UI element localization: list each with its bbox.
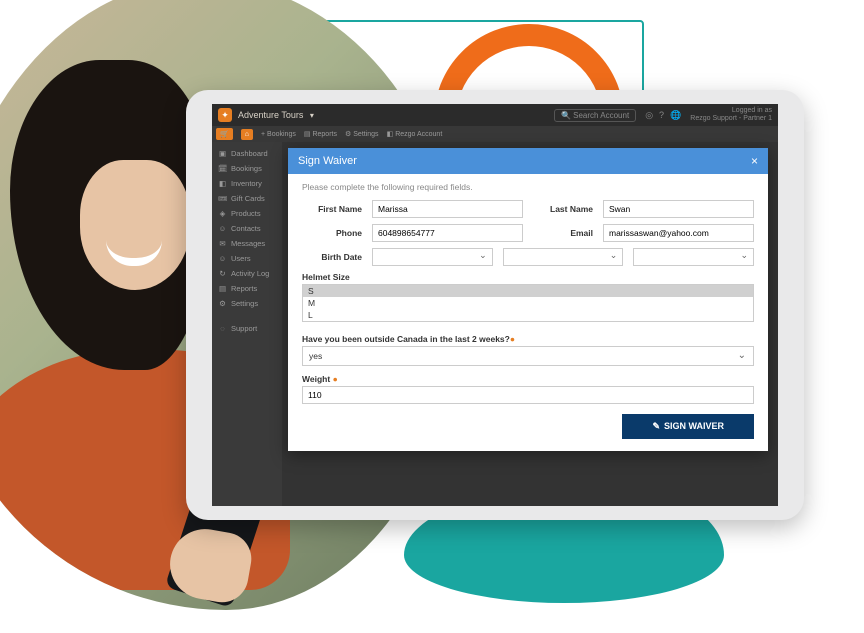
sidebar-item-label: Products	[231, 209, 261, 218]
sidebar-item-support[interactable]: ◌ Support	[212, 321, 282, 336]
reports-icon: ▤	[218, 284, 227, 293]
caret-down-icon: ▾	[310, 111, 314, 120]
canada-answer-value: yes	[309, 351, 322, 361]
close-icon[interactable]: ×	[751, 154, 758, 168]
form-instruction: Please complete the following required f…	[302, 182, 754, 192]
messages-icon: ✉	[218, 239, 227, 248]
sidebar-item-giftcards[interactable]: 🎟 Gift Cards	[212, 191, 282, 206]
pen-icon: ✎	[652, 421, 660, 431]
user-line2: Rezgo Support - Partner 1	[690, 115, 772, 123]
birth-day-select[interactable]	[503, 248, 624, 266]
sidebar-item-contacts[interactable]: ☺ Contacts	[212, 221, 282, 236]
users-icon: ☺	[218, 254, 227, 263]
sidebar-item-label: Contacts	[231, 224, 261, 233]
app-title[interactable]: Adventure Tours ▾	[238, 110, 314, 120]
helmet-option-m[interactable]: M	[303, 297, 753, 309]
products-icon: ◈	[218, 209, 227, 218]
inventory-icon: ◧	[218, 179, 227, 188]
sidebar-item-label: Messages	[231, 239, 265, 248]
toolbar-bookings[interactable]: +Bookings	[261, 131, 296, 138]
first-name-input[interactable]	[372, 200, 523, 218]
birth-month-select[interactable]	[372, 248, 493, 266]
label-first-name: First Name	[302, 204, 362, 214]
toolbar-home-button[interactable]: ⌂	[241, 129, 253, 140]
app-title-text: Adventure Tours	[238, 110, 303, 120]
search-icon: 🔍	[561, 111, 571, 120]
app-logo-icon: ✦	[218, 108, 232, 122]
label-helmet-size: Helmet Size	[302, 272, 754, 282]
sign-waiver-modal: Sign Waiver × Please complete the follow…	[288, 148, 768, 451]
app-toolbar: 🛒 ⌂ +Bookings ▤Reports ⚙Settings ◧Rezgo …	[212, 126, 778, 142]
helmet-option-l[interactable]: L	[303, 309, 753, 321]
dashboard-icon: ▣	[218, 149, 227, 158]
phone-input[interactable]	[372, 224, 523, 242]
modal-title: Sign Waiver	[298, 155, 357, 167]
sidebar-item-label: Inventory	[231, 179, 262, 188]
sidebar-item-label: Users	[231, 254, 251, 263]
settings-icon: ⚙	[218, 299, 227, 308]
sidebar-item-label: Bookings	[231, 164, 262, 173]
modal-body: Please complete the following required f…	[288, 174, 768, 451]
sidebar-item-messages[interactable]: ✉ Messages	[212, 236, 282, 251]
label-weight: Weight ●	[302, 374, 754, 384]
sidebar-item-users[interactable]: ☺ Users	[212, 251, 282, 266]
required-marker: ●	[510, 334, 515, 344]
sign-button-label: SIGN WAIVER	[664, 421, 724, 431]
sidebar-item-label: Reports	[231, 284, 257, 293]
search-placeholder: Search Account	[573, 111, 629, 120]
sign-waiver-button[interactable]: ✎ SIGN WAIVER	[622, 414, 754, 439]
bookings-icon: 🗓	[218, 164, 227, 173]
canada-answer-select[interactable]: yes	[302, 346, 754, 366]
sidebar-item-dashboard[interactable]: ▣ Dashboard	[212, 146, 282, 161]
sidebar: ▣ Dashboard 🗓 Bookings ◧ Inventory 🎟 Gift Ca…	[212, 142, 282, 506]
required-marker: ●	[333, 374, 338, 384]
label-phone: Phone	[302, 228, 362, 238]
activity-icon: ↻	[218, 269, 227, 278]
helmet-option-s[interactable]: S	[303, 285, 753, 297]
user-line1: Logged in as	[690, 107, 772, 115]
sidebar-item-label: Dashboard	[231, 149, 268, 158]
sidebar-item-activity[interactable]: ↻ Activity Log	[212, 266, 282, 281]
sidebar-item-inventory[interactable]: ◧ Inventory	[212, 176, 282, 191]
toolbar-account[interactable]: ◧Rezgo Account	[387, 130, 443, 138]
sidebar-item-reports[interactable]: ▤ Reports	[212, 281, 282, 296]
search-account[interactable]: 🔍 Search Account	[554, 109, 636, 122]
sidebar-item-label: Settings	[231, 299, 258, 308]
support-icon: ◌	[218, 324, 227, 333]
giftcards-icon: 🎟	[218, 194, 227, 203]
toolbar-reports[interactable]: ▤Reports	[304, 130, 337, 138]
toolbar-cart-button[interactable]: 🛒	[216, 128, 233, 140]
globe-icon[interactable]: 🌐	[670, 110, 681, 121]
label-birth-date: Birth Date	[302, 252, 362, 262]
sidebar-item-label: Gift Cards	[231, 194, 265, 203]
sidebar-item-settings[interactable]: ⚙ Settings	[212, 296, 282, 311]
help-icon[interactable]: ?	[659, 110, 664, 120]
sidebar-item-products[interactable]: ◈ Products	[212, 206, 282, 221]
toolbar-settings[interactable]: ⚙Settings	[345, 130, 379, 138]
user-badge[interactable]: Logged in as Rezgo Support - Partner 1	[690, 107, 772, 122]
sidebar-item-label: Support	[231, 324, 257, 333]
weight-input[interactable]	[302, 386, 754, 404]
sidebar-item-label: Activity Log	[231, 269, 269, 278]
birth-year-select[interactable]	[633, 248, 754, 266]
tablet-screen: ✦ Adventure Tours ▾ 🔍 Search Account ◎ ?…	[212, 104, 778, 506]
sidebar-item-bookings[interactable]: 🗓 Bookings	[212, 161, 282, 176]
tablet-frame: ✦ Adventure Tours ▾ 🔍 Search Account ◎ ?…	[186, 90, 804, 520]
modal-header: Sign Waiver ×	[288, 148, 768, 174]
email-input[interactable]	[603, 224, 754, 242]
target-icon[interactable]: ◎	[645, 110, 653, 121]
label-email: Email	[533, 228, 593, 238]
label-last-name: Last Name	[533, 204, 593, 214]
helmet-size-listbox[interactable]: S M L	[302, 284, 754, 322]
contacts-icon: ☺	[218, 224, 227, 233]
label-canada-question: Have you been outside Canada in the last…	[302, 334, 754, 344]
last-name-input[interactable]	[603, 200, 754, 218]
app-topbar: ✦ Adventure Tours ▾ 🔍 Search Account ◎ ?…	[212, 104, 778, 126]
